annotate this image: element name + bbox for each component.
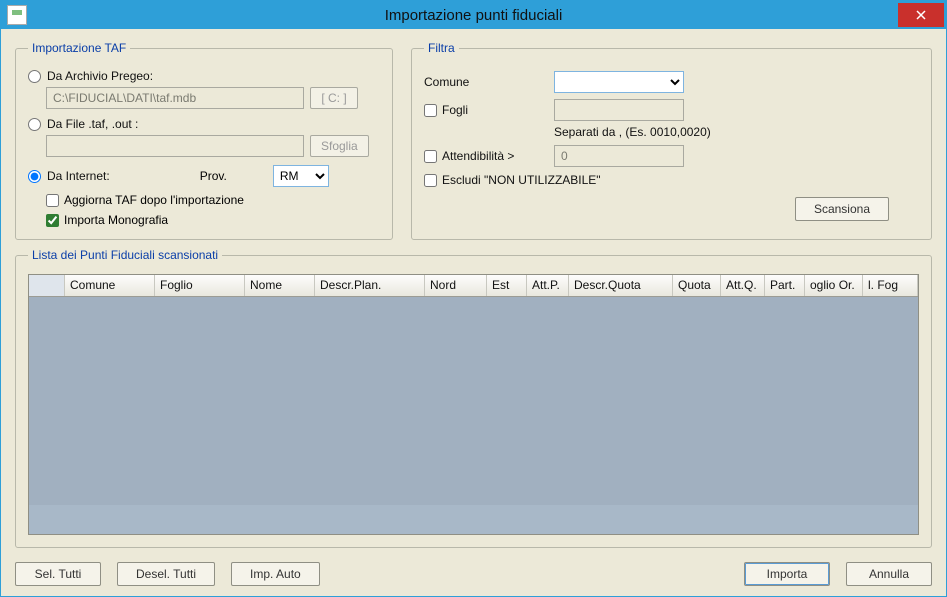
pregeo-path-field: [46, 87, 304, 109]
col-descr-quota[interactable]: Descr.Quota: [569, 275, 673, 296]
radio-da-archivio-pregeo[interactable]: [28, 70, 41, 83]
chk-fogli[interactable]: [424, 104, 437, 117]
col-nord[interactable]: Nord: [425, 275, 487, 296]
radio-da-internet[interactable]: [28, 170, 41, 183]
chk-importa-monografia[interactable]: [46, 214, 59, 227]
col-att-p[interactable]: Att.P.: [527, 275, 569, 296]
col-est[interactable]: Est: [487, 275, 527, 296]
col-comune[interactable]: Comune: [65, 275, 155, 296]
table-body: [29, 297, 918, 505]
bottom-toolbar: Sel. Tutti Desel. Tutti Imp. Auto Import…: [15, 556, 932, 586]
filtra-legend: Filtra: [424, 41, 459, 55]
scansiona-button[interactable]: Scansiona: [795, 197, 889, 221]
prov-select[interactable]: RM: [273, 165, 329, 187]
comune-label: Comune: [424, 75, 554, 89]
fogli-label: Fogli: [442, 103, 468, 117]
col-select[interactable]: [29, 275, 65, 296]
prov-label: Prov.: [200, 169, 227, 183]
radio-pregeo-label: Da Archivio Pregeo:: [47, 69, 153, 83]
annulla-button[interactable]: Annulla: [846, 562, 932, 586]
col-part[interactable]: Part.: [765, 275, 805, 296]
chk-escludi-non-utilizzabile[interactable]: [424, 174, 437, 187]
attendibilita-label: Attendibilità >: [442, 149, 514, 163]
lista-legend: Lista dei Punti Fiduciali scansionati: [28, 248, 222, 262]
radio-internet-label: Da Internet:: [47, 169, 110, 183]
col-quota[interactable]: Quota: [673, 275, 721, 296]
col-att-q[interactable]: Att.Q.: [721, 275, 765, 296]
fogli-hint: Separati da , (Es. 0010,0020): [554, 125, 919, 139]
filtra-group: Filtra Comune Fogli Separati da , (Es. 0…: [411, 41, 932, 240]
radio-file-label: Da File .taf, .out :: [47, 117, 138, 131]
attendibilita-field[interactable]: [554, 145, 684, 167]
chk-aggiorna-label: Aggiorna TAF dopo l'importazione: [64, 193, 244, 207]
window-title: Importazione punti fiduciali: [1, 7, 946, 24]
import-taf-group: Importazione TAF Da Archivio Pregeo: [ C…: [15, 41, 393, 240]
lista-punti-group: Lista dei Punti Fiduciali scansionati Co…: [15, 248, 932, 548]
radio-da-file[interactable]: [28, 118, 41, 131]
comune-select[interactable]: [554, 71, 684, 93]
chk-aggiorna-taf[interactable]: [46, 194, 59, 207]
imp-auto-button[interactable]: Imp. Auto: [231, 562, 320, 586]
col-nome[interactable]: Nome: [245, 275, 315, 296]
close-icon: [916, 10, 926, 20]
titlebar: Importazione punti fiduciali: [1, 1, 946, 29]
col-l-fog[interactable]: l. Fog: [863, 275, 918, 296]
chk-monografia-label: Importa Monografia: [64, 213, 168, 227]
col-descr-plan[interactable]: Descr.Plan.: [315, 275, 425, 296]
desel-tutti-button[interactable]: Desel. Tutti: [117, 562, 215, 586]
sel-tutti-button[interactable]: Sel. Tutti: [15, 562, 101, 586]
escludi-label: Escludi "NON UTILIZZABILE": [442, 173, 601, 187]
drive-select-button[interactable]: [ C: ]: [310, 87, 358, 109]
col-foglio[interactable]: Foglio: [155, 275, 245, 296]
points-table[interactable]: Comune Foglio Nome Descr.Plan. Nord Est …: [28, 274, 919, 535]
file-path-field: [46, 135, 304, 157]
table-header: Comune Foglio Nome Descr.Plan. Nord Est …: [29, 275, 918, 297]
sfoglia-button[interactable]: Sfoglia: [310, 135, 369, 157]
close-button[interactable]: [898, 3, 944, 27]
col-foglio-or[interactable]: oglio Or.: [805, 275, 863, 296]
importa-button[interactable]: Importa: [744, 562, 830, 586]
chk-attendibilita[interactable]: [424, 150, 437, 163]
import-taf-legend: Importazione TAF: [28, 41, 130, 55]
fogli-field[interactable]: [554, 99, 684, 121]
